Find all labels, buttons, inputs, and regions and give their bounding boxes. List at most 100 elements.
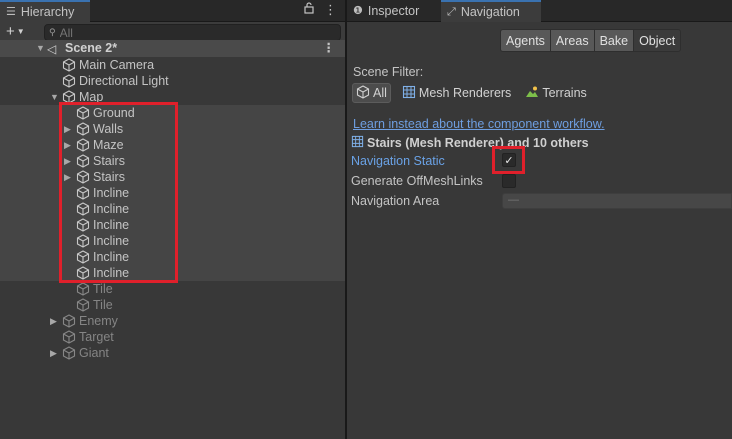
hierarchy-item[interactable]: Incline: [0, 201, 345, 217]
hierarchy-item-label: Tile: [93, 298, 113, 312]
hierarchy-item[interactable]: Tile: [0, 281, 345, 297]
hierarchy-item[interactable]: Incline: [0, 265, 345, 281]
hierarchy-item[interactable]: Incline: [0, 249, 345, 265]
gameobject-cube-icon: [62, 314, 76, 328]
gameobject-cube-icon: [62, 330, 76, 344]
tab-inspector[interactable]: ❶ Inspector: [347, 0, 439, 22]
hierarchy-item[interactable]: Directional Light: [0, 73, 345, 89]
expand-arrow-icon[interactable]: ▶: [64, 121, 71, 137]
gameobject-cube-icon: [76, 282, 90, 296]
hierarchy-tabbar: ☰ Hierarchy ⋮: [0, 0, 345, 22]
hierarchy-item[interactable]: Main Camera: [0, 57, 345, 73]
selection-title: Stairs (Mesh Renderer) and 10 others: [351, 135, 589, 151]
hierarchy-item[interactable]: Incline: [0, 185, 345, 201]
generate-offmeshlinks-checkbox[interactable]: [502, 174, 516, 188]
hierarchy-item-label: Giant: [79, 346, 109, 360]
hierarchy-item[interactable]: Target: [0, 329, 345, 345]
navigation-static-label: Navigation Static: [351, 154, 445, 168]
gameobject-cube-icon: [76, 154, 90, 168]
hierarchy-item[interactable]: Tile: [0, 297, 345, 313]
gameobject-cube-icon: [76, 122, 90, 136]
filter-terrains-label: Terrains: [542, 86, 587, 100]
gameobject-cube-icon: [76, 138, 90, 152]
tab-hierarchy-label: Hierarchy: [20, 5, 75, 19]
hierarchy-item[interactable]: ▶ Enemy: [0, 313, 345, 329]
selection-title-text: Stairs (Mesh Renderer) and 10 others: [367, 136, 589, 150]
hierarchy-item-label: Maze: [93, 138, 124, 152]
tab-navigation[interactable]: ⤢ Navigation: [441, 0, 541, 22]
areas-button[interactable]: Areas: [549, 29, 594, 52]
gameobject-cube-icon: [76, 106, 90, 120]
kebab-menu-icon[interactable]: ⋮: [324, 2, 337, 18]
info-icon: ❶: [353, 5, 363, 17]
lock-icon[interactable]: [304, 2, 314, 18]
gameobject-cube-icon: [76, 266, 90, 280]
gameobject-cube-icon: [76, 250, 90, 264]
expand-arrow-icon[interactable]: ▼: [36, 40, 45, 57]
hierarchy-item-label: Incline: [93, 202, 130, 216]
hierarchy-item-label: Walls: [93, 122, 124, 136]
hierarchy-item-label: Incline: [93, 218, 130, 232]
scene-menu-icon[interactable]: ⋮: [323, 40, 336, 57]
hierarchy-item[interactable]: ▶ Walls: [0, 121, 345, 137]
hierarchy-item-label: Incline: [93, 186, 130, 200]
gameobject-cube-icon: [62, 90, 76, 104]
hierarchy-panel: ☰ Hierarchy ⋮ +▼ ⚲ ▼ ◁ Scene 2* ⋮ Main C…: [0, 0, 345, 439]
search-input[interactable]: [59, 25, 260, 40]
hierarchy-item[interactable]: ▶ Stairs: [0, 169, 345, 185]
hierarchy-item[interactable]: ▼ Map: [0, 89, 345, 105]
hierarchy-item-label: Incline: [93, 266, 130, 280]
gameobject-cube-icon: [76, 170, 90, 184]
hierarchy-item-label: Incline: [93, 234, 130, 248]
expand-arrow-icon[interactable]: ▶: [50, 345, 57, 361]
expand-arrow-icon[interactable]: ▶: [64, 137, 71, 153]
tab-hierarchy[interactable]: ☰ Hierarchy: [0, 0, 90, 22]
hierarchy-item[interactable]: Ground: [0, 105, 345, 121]
collapse-arrow-icon[interactable]: ▼: [50, 89, 59, 105]
plus-icon: +: [6, 23, 15, 40]
hierarchy-tree: ▼ ◁ Scene 2* ⋮ Main Camera Directional Li…: [0, 40, 345, 361]
gameobject-cube-icon: [76, 186, 90, 200]
hierarchy-item-label: Enemy: [79, 314, 118, 328]
gameobject-cube-icon: [62, 346, 76, 360]
scene-filter-label: Scene Filter:: [353, 65, 424, 79]
hierarchy-tab-tools: ⋮: [304, 2, 337, 18]
component-workflow-link[interactable]: Learn instead about the component workfl…: [353, 117, 605, 131]
search-icon: ⚲: [49, 27, 56, 37]
hierarchy-item-label: Tile: [93, 282, 113, 296]
expand-arrow-icon[interactable]: ▶: [50, 313, 57, 329]
hierarchy-item[interactable]: Incline: [0, 217, 345, 233]
gameobject-cube-icon: [76, 218, 90, 232]
hierarchy-item[interactable]: Incline: [0, 233, 345, 249]
navigation-area-dropdown[interactable]: —: [502, 193, 732, 209]
add-button[interactable]: + ▼: [6, 24, 25, 40]
agents-button[interactable]: Agents: [500, 29, 550, 52]
checkmark-icon: ✓: [504, 154, 514, 167]
scene-row[interactable]: ▼ ◁ Scene 2* ⋮: [0, 40, 345, 57]
caret-down-icon: ▼: [16, 27, 25, 37]
hierarchy-item-label: Stairs: [93, 154, 125, 168]
gameobject-cube-icon: [76, 298, 90, 312]
navigation-static-checkbox[interactable]: ✓: [502, 153, 516, 167]
navigation-icon: ⤢: [447, 6, 456, 18]
filter-terrains-button[interactable]: Terrains: [522, 83, 589, 103]
navigation-area-label: Navigation Area: [351, 194, 440, 208]
bake-button[interactable]: Bake: [593, 29, 634, 52]
filter-mesh-renderers-button[interactable]: Mesh Renderers: [399, 83, 514, 103]
search-field[interactable]: ⚲: [44, 24, 341, 41]
generate-offmeshlinks-label: Generate OffMeshLinks: [351, 174, 483, 188]
hierarchy-item[interactable]: ▶ Giant: [0, 345, 345, 361]
hierarchy-item-label: Directional Light: [79, 74, 169, 88]
expand-arrow-icon[interactable]: ▶: [64, 153, 71, 169]
navigation-panel: ❶ Inspector ⤢ Navigation Agents Areas Ba…: [347, 0, 732, 439]
tab-navigation-label: Navigation: [460, 5, 520, 19]
object-button[interactable]: Object: [633, 29, 682, 52]
expand-arrow-icon[interactable]: ▶: [64, 169, 71, 185]
hierarchy-item-label: Ground: [93, 106, 135, 120]
filter-mesh-label: Mesh Renderers: [418, 86, 512, 100]
gameobject-cube-icon: [76, 202, 90, 216]
hierarchy-item[interactable]: ▶ Stairs: [0, 153, 345, 169]
hierarchy-item[interactable]: ▶ Maze: [0, 137, 345, 153]
filter-all-button[interactable]: All: [352, 83, 391, 103]
right-tabbar: ❶ Inspector ⤢ Navigation: [347, 0, 732, 22]
